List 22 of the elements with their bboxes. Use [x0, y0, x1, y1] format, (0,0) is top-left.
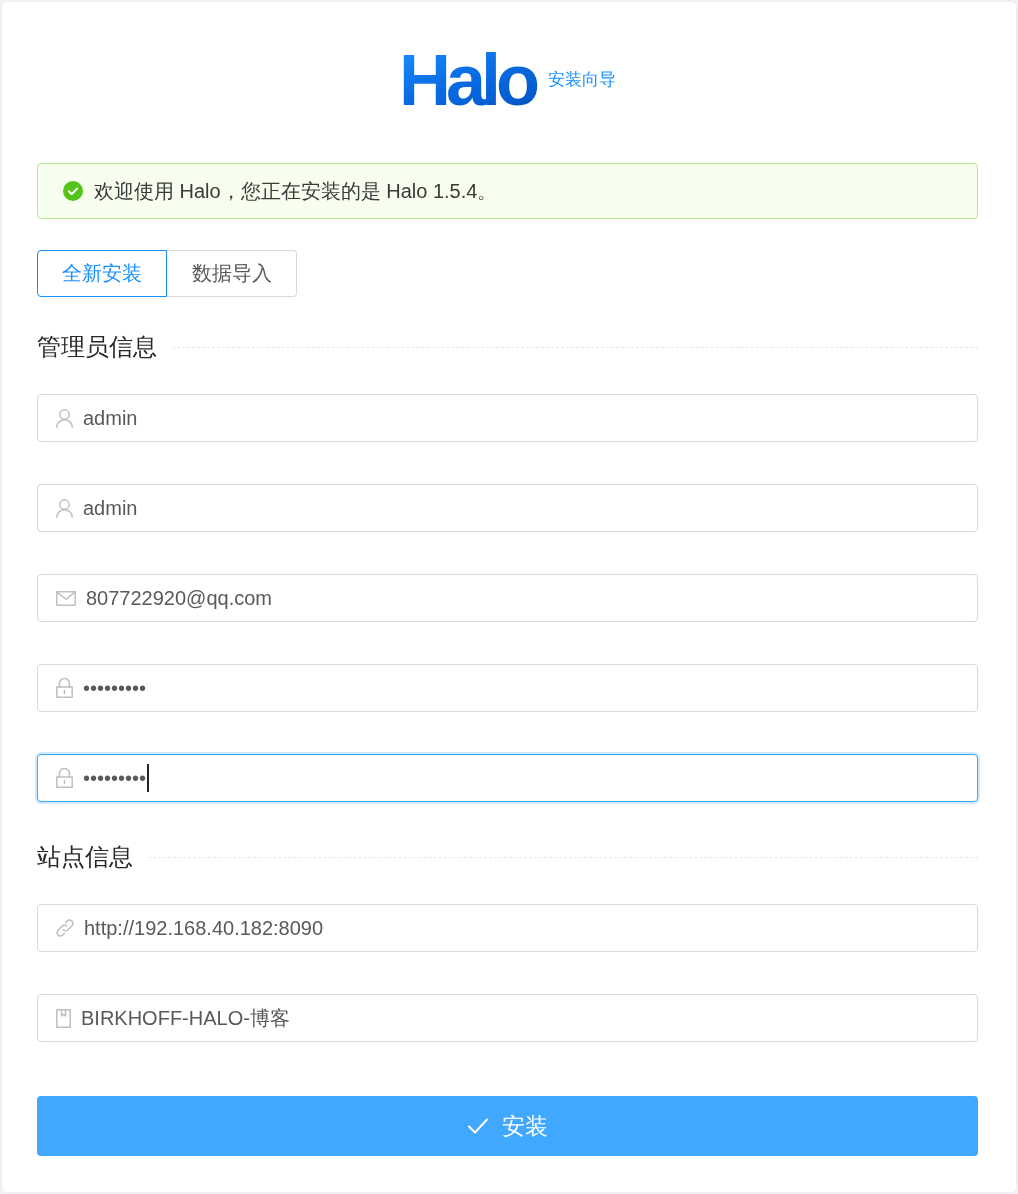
user-icon [56, 498, 73, 518]
link-icon [56, 919, 74, 937]
install-mode-tab[interactable]: 数据导入 [167, 250, 297, 297]
input-field[interactable]: BIRKHOFF-HALO-博客 [37, 994, 978, 1042]
lock-icon [56, 678, 73, 698]
lock-icon [56, 768, 73, 788]
alert-message: 欢迎使用 Halo，您正在安装的是 Halo 1.5.4。 [94, 178, 498, 204]
mail-icon [56, 590, 76, 606]
input-field[interactable]: http://192.168.40.182:8090 [37, 904, 978, 952]
logo-subtitle: 安装向导 [548, 68, 616, 91]
input-field[interactable]: admin [37, 394, 978, 442]
input-field[interactable]: admin [37, 484, 978, 532]
section-title: 管理员信息 [37, 332, 157, 362]
input-field[interactable]: 807722920@qq.com [37, 574, 978, 622]
check-circle-icon [63, 181, 83, 201]
check-icon [467, 1118, 488, 1134]
user-icon [56, 408, 73, 428]
text-cursor-icon [147, 764, 150, 792]
input-field[interactable]: ••••••••• [37, 664, 978, 712]
book-icon [56, 1008, 71, 1028]
input-field[interactable]: ••••••••• [37, 754, 978, 802]
section-title: 站点信息 [37, 842, 133, 872]
